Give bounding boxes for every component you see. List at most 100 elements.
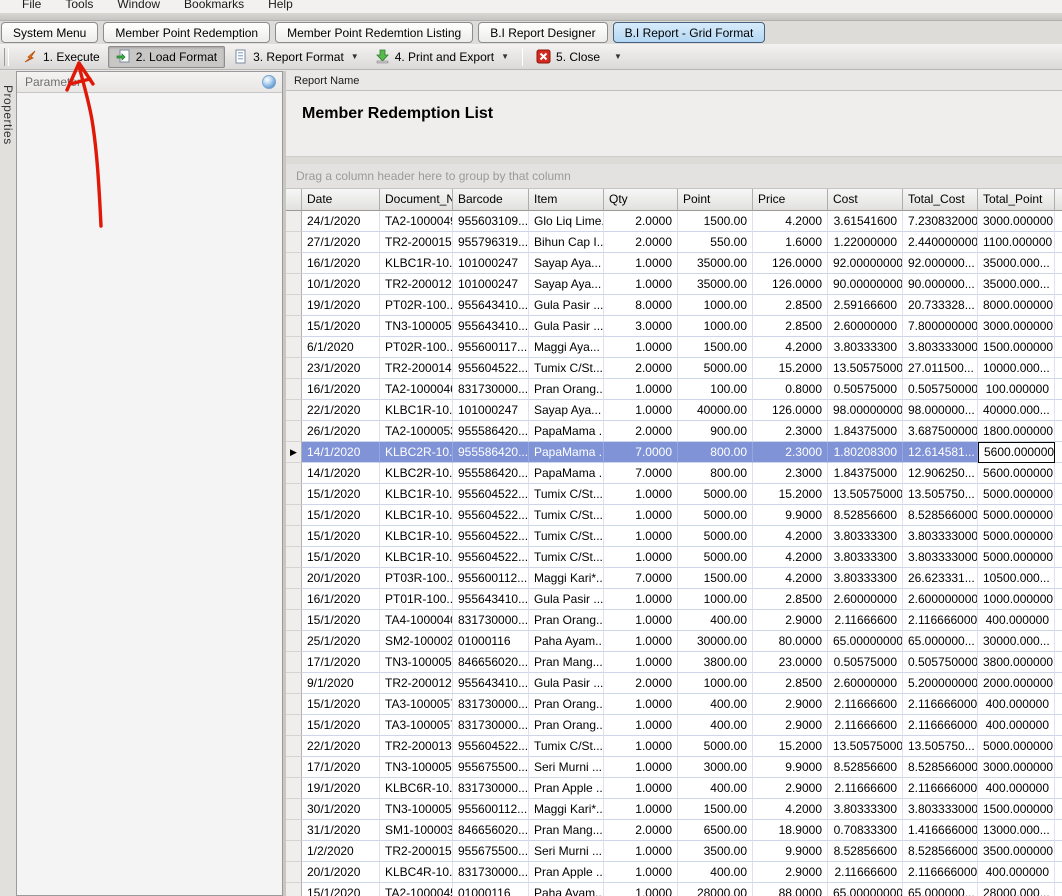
grid-cell[interactable]: 2.116666000	[903, 715, 978, 736]
row-indicator-gutter[interactable]	[286, 673, 302, 694]
grid-cell[interactable]: 98.000000...	[903, 400, 978, 421]
grid-cell[interactable]: 0.505750000	[903, 379, 978, 400]
grid-cell[interactable]: Pran Orang...	[529, 694, 604, 715]
table-row[interactable]: 20/1/2020KLBC4R-10...831730000...Pran Ap…	[286, 862, 1062, 883]
grid-cell[interactable]: 3.803333000	[903, 337, 978, 358]
grid-cell[interactable]: 30000.000...	[978, 631, 1055, 652]
grid-cell[interactable]: 2.0000	[604, 211, 678, 232]
grid-cell[interactable]: 1.0000	[604, 526, 678, 547]
table-row[interactable]: 30/1/2020TN3-1000055955600112...Maggi Ka…	[286, 799, 1062, 820]
grid-cell[interactable]: 1.0000	[604, 589, 678, 610]
grid-cell[interactable]: 14/1/2020	[302, 463, 380, 484]
grid-cell[interactable]: 1.6000	[753, 232, 828, 253]
grid-cell[interactable]: 4.2000	[753, 547, 828, 568]
grid-cell[interactable]: 15.2000	[753, 736, 828, 757]
grid-cell[interactable]: 15/1/2020	[302, 526, 380, 547]
grid-cell[interactable]: 0.50575000	[828, 652, 903, 673]
grid-cell[interactable]: 22/1/2020	[302, 400, 380, 421]
grid-cell[interactable]: 1000.00	[678, 295, 753, 316]
grid-cell[interactable]: 831730000...	[453, 610, 529, 631]
grid-cell[interactable]: 2.9000	[753, 715, 828, 736]
grid-cell[interactable]: 1800.000000	[978, 421, 1055, 442]
grid-cell[interactable]: 28000.000...	[978, 883, 1055, 896]
grid-cell[interactable]: TA2-1000049	[380, 211, 453, 232]
table-row[interactable]: 15/1/2020KLBC1R-10...955604522...Tumix C…	[286, 484, 1062, 505]
grid-cell[interactable]: 2.9000	[753, 694, 828, 715]
grid-cell[interactable]: 1500.00	[678, 568, 753, 589]
menu-item-window[interactable]: Window	[105, 0, 172, 9]
grid-cell[interactable]: 3.80333300	[828, 526, 903, 547]
grid-cell[interactable]: 0.70833300	[828, 820, 903, 841]
grid-cell[interactable]: PT03R-100...	[380, 568, 453, 589]
grid-cell[interactable]: TN3-1000055	[380, 799, 453, 820]
grid-cell[interactable]: 3500.000000	[978, 841, 1055, 862]
table-row[interactable]: 26/1/2020TA2-1000053955586420...PapaMama…	[286, 421, 1062, 442]
table-row[interactable]: 27/1/2020TR2-2000150955796319...Bihun Ca…	[286, 232, 1062, 253]
grid-cell[interactable]: 35000.000...	[978, 253, 1055, 274]
grid-cell[interactable]: 10500.000...	[978, 568, 1055, 589]
5-close-button[interactable]: 5. Close	[528, 46, 608, 68]
row-indicator-gutter[interactable]	[286, 526, 302, 547]
grid-cell[interactable]: 3000.000000	[978, 757, 1055, 778]
grid-cell[interactable]: 955604522...	[453, 736, 529, 757]
grid-cell[interactable]: 16/1/2020	[302, 589, 380, 610]
column-header-document_no[interactable]: Document_No	[380, 189, 453, 211]
grid-cell[interactable]: 5000.000000	[978, 505, 1055, 526]
grid-cell[interactable]: 5000.00	[678, 358, 753, 379]
table-row[interactable]: 22/1/2020KLBC1R-10...101000247Sayap Aya.…	[286, 400, 1062, 421]
grid-cell[interactable]: 831730000...	[453, 862, 529, 883]
table-row[interactable]: ▶14/1/2020KLBC2R-10...955586420...PapaMa…	[286, 442, 1062, 463]
grid-cell[interactable]: 8.528566000	[903, 757, 978, 778]
grid-cell[interactable]: 10000.000...	[978, 358, 1055, 379]
grid-cell[interactable]: TR2-2000126	[380, 274, 453, 295]
grid-cell[interactable]: 3.687500000	[903, 421, 978, 442]
grid-cell[interactable]: 955600117...	[453, 337, 529, 358]
grid-cell[interactable]: 3.80333300	[828, 568, 903, 589]
grid-cell[interactable]: 1500.00	[678, 337, 753, 358]
grid-cell[interactable]: 2.8500	[753, 673, 828, 694]
grid-cell[interactable]: Glo Liq Lime...	[529, 211, 604, 232]
grid-cell[interactable]: 15/1/2020	[302, 610, 380, 631]
grid-cell[interactable]: 2.440000000	[903, 232, 978, 253]
table-row[interactable]: 17/1/2020TN3-1000052846656020...Pran Man…	[286, 652, 1062, 673]
2-load-format-button[interactable]: 2. Load Format	[108, 46, 225, 68]
row-indicator-gutter[interactable]	[286, 652, 302, 673]
grid-cell[interactable]: 831730000...	[453, 379, 529, 400]
grid-cell[interactable]: 2.11666600	[828, 778, 903, 799]
grid-cell[interactable]: Pran Mang...	[529, 820, 604, 841]
grid-cell[interactable]: TR2-2000158	[380, 841, 453, 862]
grid-cell[interactable]: 400.000000	[978, 778, 1055, 799]
grid-cell[interactable]: 2.116666000	[903, 862, 978, 883]
grid-cell[interactable]: 80.0000	[753, 631, 828, 652]
table-row[interactable]: 15/1/2020KLBC1R-10...955604522...Tumix C…	[286, 547, 1062, 568]
grid-cell[interactable]: 5000.00	[678, 547, 753, 568]
row-indicator-gutter[interactable]	[286, 547, 302, 568]
grid-cell[interactable]: SM1-1000031	[380, 820, 453, 841]
grid-cell[interactable]: 9.9000	[753, 757, 828, 778]
grid-cell[interactable]: 400.00	[678, 610, 753, 631]
table-row[interactable]: 15/1/2020TA4-1000040831730000...Pran Ora…	[286, 610, 1062, 631]
grid-cell[interactable]: 1.80208300	[828, 442, 903, 463]
grid-cell[interactable]: 22/1/2020	[302, 736, 380, 757]
grid-cell[interactable]: 01000116	[453, 631, 529, 652]
grid-cell[interactable]: 1.0000	[604, 652, 678, 673]
grid-cell[interactable]: 800.00	[678, 442, 753, 463]
grid-cell[interactable]: 17/1/2020	[302, 652, 380, 673]
grid-cell[interactable]: 1000.000000	[978, 589, 1055, 610]
row-indicator-gutter[interactable]	[286, 799, 302, 820]
grid-cell[interactable]: 5000.00	[678, 736, 753, 757]
grid-cell[interactable]: 3.803333000	[903, 526, 978, 547]
grid-cell[interactable]: KLBC1R-10...	[380, 484, 453, 505]
row-indicator-gutter[interactable]	[286, 631, 302, 652]
grid-cell[interactable]: KLBC1R-10...	[380, 547, 453, 568]
grid-cell[interactable]: 955604522...	[453, 505, 529, 526]
grid-cell[interactable]: Maggi Kari*...	[529, 799, 604, 820]
grid-cell[interactable]: 1500.00	[678, 799, 753, 820]
grid-cell[interactable]: Tumix C/St...	[529, 484, 604, 505]
grid-cell[interactable]: Pran Apple ...	[529, 778, 604, 799]
grid-cell[interactable]: 9.9000	[753, 505, 828, 526]
grid-cell[interactable]: 8.528566000	[903, 841, 978, 862]
grid-cell[interactable]: TA2-1000046	[380, 379, 453, 400]
table-row[interactable]: 10/1/2020TR2-2000126101000247Sayap Aya..…	[286, 274, 1062, 295]
grid-cell[interactable]: PT01R-100...	[380, 589, 453, 610]
